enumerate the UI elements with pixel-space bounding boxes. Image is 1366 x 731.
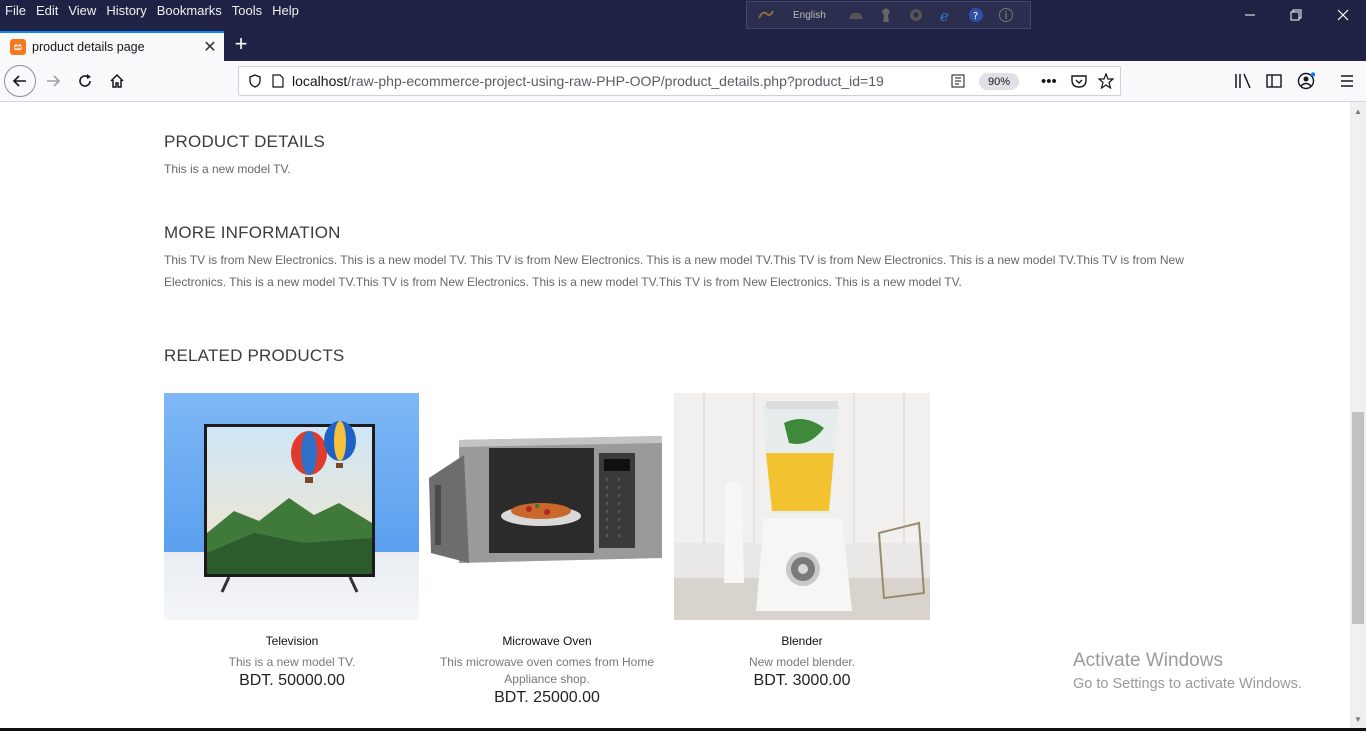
product-details-text: This is a new model TV.: [164, 162, 291, 176]
plus-icon: +: [234, 31, 248, 56]
language-select[interactable]: English: [793, 10, 826, 21]
chess-piece-icon[interactable]: [880, 7, 892, 23]
watermark-line1: Activate Windows: [1073, 650, 1223, 671]
back-button[interactable]: [4, 65, 36, 97]
scroll-up-arrow-icon[interactable]: ▲: [1350, 104, 1366, 118]
reload-icon: [79, 74, 91, 87]
close-window-button[interactable]: [1320, 0, 1366, 29]
tab-close-icon[interactable]: ✕: [196, 37, 224, 57]
ie-icon[interactable]: e: [938, 7, 954, 23]
blender-image[interactable]: [674, 393, 930, 620]
more-information-text: This TV is from New Electronics. This is…: [164, 253, 1184, 289]
minimize-icon: [1245, 14, 1255, 15]
page-actions-icon[interactable]: •••: [1041, 73, 1057, 90]
reload-button[interactable]: [69, 65, 101, 97]
navigation-toolbar: localhost/raw-php-ecommerce-project-usin…: [0, 61, 1366, 102]
scrollbar-thumb[interactable]: [1352, 412, 1364, 624]
account-icon[interactable]: [1297, 72, 1315, 90]
hat-icon[interactable]: [848, 10, 864, 20]
related-products-heading: RELATED PRODUCTS: [164, 346, 345, 365]
product-price: BDT. 25000.00: [494, 689, 600, 706]
sidebar-icon[interactable]: [1266, 74, 1282, 88]
address-bar[interactable]: localhost/raw-php-ecommerce-project-usin…: [238, 66, 1121, 96]
tab-strip: ස product details page ✕ +: [0, 29, 1366, 61]
product-price: BDT. 3000.00: [753, 672, 851, 689]
product-name[interactable]: Blender: [674, 634, 930, 648]
more-information-heading: MORE INFORMATION: [164, 223, 341, 242]
menu-history[interactable]: History: [101, 0, 151, 22]
url-host: localhost: [292, 73, 348, 89]
product-description: This microwave oven comes from Home Appl…: [439, 655, 655, 686]
product-price: BDT. 50000.00: [239, 672, 345, 689]
microwave-oven-image[interactable]: [419, 393, 675, 620]
xampp-toolbar: English e ?: [746, 1, 1031, 29]
url-text[interactable]: localhost/raw-php-ecommerce-project-usin…: [292, 73, 884, 89]
hamburger-menu-icon[interactable]: [1339, 74, 1355, 88]
restore-button[interactable]: [1273, 0, 1319, 29]
menu-file[interactable]: File: [0, 0, 31, 22]
product-description: New model blender.: [748, 655, 856, 669]
new-tab-button[interactable]: +: [228, 29, 254, 59]
svg-text:?: ?: [973, 11, 978, 22]
back-arrow-icon: [4, 65, 36, 97]
tab-product-details[interactable]: ස product details page ✕: [0, 31, 224, 61]
product-card-microwave-oven[interactable]: Microwave Oven This microwave oven comes…: [419, 393, 675, 707]
product-card-blender[interactable]: Blender New model blender. BDT. 3000.00: [674, 393, 930, 690]
settings-gear-icon[interactable]: [908, 7, 924, 23]
tab-title: product details page: [32, 40, 145, 54]
xampp-favicon-icon: ස: [10, 39, 26, 55]
restore-icon: [1290, 9, 1302, 20]
product-name[interactable]: Microwave Oven: [419, 634, 675, 648]
home-button[interactable]: [101, 65, 133, 97]
help-icon[interactable]: ?: [968, 7, 984, 23]
info-icon[interactable]: [998, 7, 1014, 23]
page-icon[interactable]: [272, 74, 284, 88]
bookmark-star-icon[interactable]: [1098, 73, 1114, 89]
home-icon: [110, 73, 124, 88]
menu-help[interactable]: Help: [267, 0, 304, 22]
minimize-button[interactable]: [1227, 0, 1273, 29]
reader-view-icon[interactable]: [951, 74, 965, 88]
product-card-television[interactable]: Television This is a new model TV. BDT. …: [164, 393, 420, 690]
svg-text:e: e: [940, 7, 949, 23]
forward-arrow-icon: [47, 75, 61, 87]
activate-windows-watermark: Activate Windows Go to Settings to activ…: [1073, 650, 1302, 692]
scroll-down-arrow-icon[interactable]: ▼: [1350, 712, 1366, 726]
menu-tools[interactable]: Tools: [227, 0, 267, 22]
product-description: This is a new model TV.: [228, 655, 356, 669]
xampp-logo-icon[interactable]: [757, 8, 775, 22]
product-details-heading: PRODUCT DETAILS: [164, 132, 326, 151]
window-titlebar: File Edit View History Bookmarks Tools H…: [0, 0, 1366, 29]
url-path: /raw-php-ecommerce-project-using-raw-PHP…: [347, 73, 884, 89]
library-icon[interactable]: [1234, 73, 1252, 89]
forward-button[interactable]: [37, 65, 69, 97]
zoom-level-badge[interactable]: 90%: [979, 73, 1019, 90]
close-icon: [1337, 9, 1349, 20]
pocket-icon[interactable]: [1071, 74, 1087, 88]
watermark-line2: Go to Settings to activate Windows.: [1073, 676, 1302, 692]
shield-icon[interactable]: [248, 74, 262, 88]
menu-edit[interactable]: Edit: [31, 0, 63, 22]
vertical-scrollbar[interactable]: ▲ ▼: [1350, 102, 1366, 728]
product-name[interactable]: Television: [164, 634, 420, 648]
menu-view[interactable]: View: [63, 0, 101, 22]
page-content: PRODUCT DETAILS This is a new model TV. …: [0, 102, 1350, 731]
television-image[interactable]: [164, 393, 420, 620]
menu-bar: File Edit View History Bookmarks Tools H…: [0, 0, 304, 22]
menu-bookmarks[interactable]: Bookmarks: [152, 0, 227, 22]
